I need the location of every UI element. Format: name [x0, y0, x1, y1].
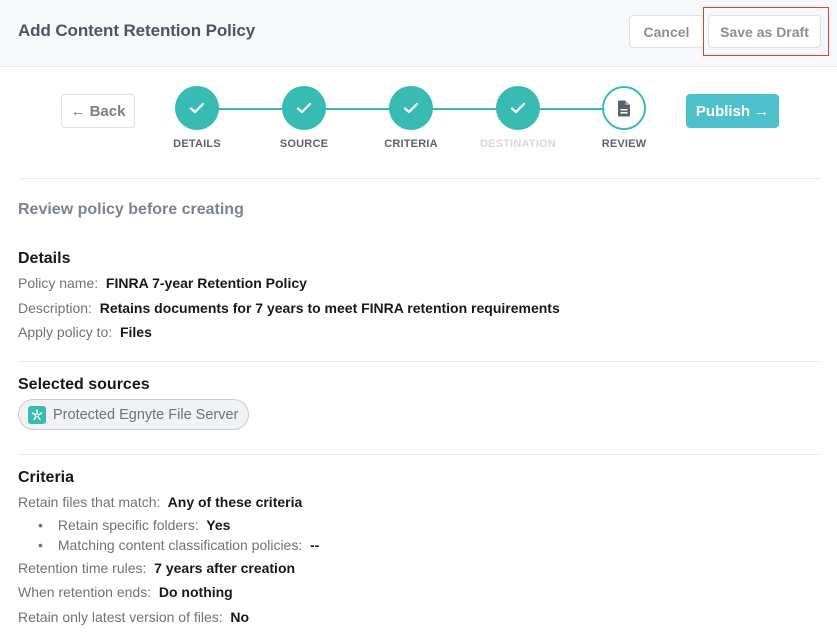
row-value: No [226, 608, 250, 625]
row-value: 7 years after creation [150, 559, 296, 576]
check-icon [403, 102, 419, 114]
row-label: Retain only latest version of files: [18, 608, 223, 625]
step-label: CRITERIA [384, 138, 438, 150]
criteria-list-item: Matching content classification policies… [38, 535, 319, 556]
source-chip: Protected Egnyte File Server [18, 399, 250, 430]
check-icon [296, 102, 312, 114]
divider [18, 361, 821, 362]
row-label: Retain files that match: [18, 494, 161, 510]
publish-button-label: Publish [695, 102, 751, 120]
step-circle [496, 86, 540, 130]
retention-ends-row: When retention ends: Do nothing [18, 580, 319, 605]
source-chip-label: Protected Egnyte File Server [53, 406, 239, 423]
divider [18, 178, 821, 179]
row-value: Yes [202, 516, 231, 533]
document-icon [617, 100, 630, 116]
check-icon [189, 102, 205, 114]
step-review[interactable]: REVIEW [579, 86, 669, 150]
section-title: Details [18, 250, 71, 267]
step-destination[interactable]: DESTINATION [473, 86, 563, 150]
step-label: DETAILS [173, 138, 221, 150]
row-label: Matching content classification policies… [57, 537, 303, 553]
apply-policy-row: Apply policy to: Files [18, 320, 560, 345]
step-circle [602, 86, 646, 130]
cancel-button[interactable]: Cancel [629, 15, 704, 48]
row-value: Files [116, 324, 152, 340]
description-row: Description: Retains documents for 7 yea… [18, 296, 560, 321]
arrow-right-icon: → [754, 102, 770, 120]
step-criteria[interactable]: CRITERIA [366, 86, 456, 150]
latest-version-row: Retain only latest version of files: No [18, 605, 319, 630]
publish-button[interactable]: Publish → [686, 94, 779, 128]
egnyte-logo-icon [28, 405, 46, 424]
row-label: Retention time rules: [18, 559, 147, 576]
step-label: SOURCE [279, 138, 329, 150]
step-label: REVIEW [601, 138, 647, 150]
sources-section: Selected sources Protected Egnyte File S… [18, 373, 250, 430]
row-value: Any of these criteria [164, 494, 303, 510]
policy-name-row: Policy name: FINRA 7-year Retention Poli… [18, 271, 560, 296]
page-header: Add Content Retention Policy Cancel Save… [0, 0, 837, 67]
review-subtitle: Review policy before creating [18, 201, 244, 218]
step-label: DESTINATION [480, 138, 556, 150]
row-label: When retention ends: [18, 584, 152, 600]
row-label: Policy name: [18, 275, 99, 291]
step-source[interactable]: SOURCE [259, 86, 349, 150]
step-circle [175, 86, 219, 130]
row-label: Description: [18, 299, 92, 316]
row-value: Do nothing [154, 584, 233, 600]
divider [18, 454, 821, 455]
row-label: Retain specific folders: [57, 516, 199, 533]
row-value: Retains documents for 7 years to meet FI… [95, 299, 560, 316]
details-section: Details Policy name: FINRA 7-year Retent… [18, 247, 560, 345]
step-details[interactable]: DETAILS [152, 86, 242, 150]
criteria-section: Criteria Retain files that match: Any of… [18, 466, 319, 629]
retention-time-row: Retention time rules: 7 years after crea… [18, 556, 319, 581]
criteria-list: Retain specific folders: Yes Matching co… [18, 515, 319, 556]
row-value: FINRA 7-year Retention Policy [102, 275, 307, 291]
save-as-draft-button[interactable]: Save as Draft [708, 15, 821, 48]
section-title: Criteria [18, 469, 75, 486]
row-label: Apply policy to: [18, 324, 113, 340]
step-circle [282, 86, 326, 130]
match-row: Retain files that match: Any of these cr… [18, 490, 319, 515]
step-circle [389, 86, 433, 130]
row-value: -- [306, 537, 320, 553]
criteria-list-item: Retain specific folders: Yes [38, 515, 319, 536]
section-title: Selected sources [18, 376, 150, 393]
page-title: Add Content Retention Policy [18, 21, 256, 40]
check-icon [510, 102, 526, 114]
